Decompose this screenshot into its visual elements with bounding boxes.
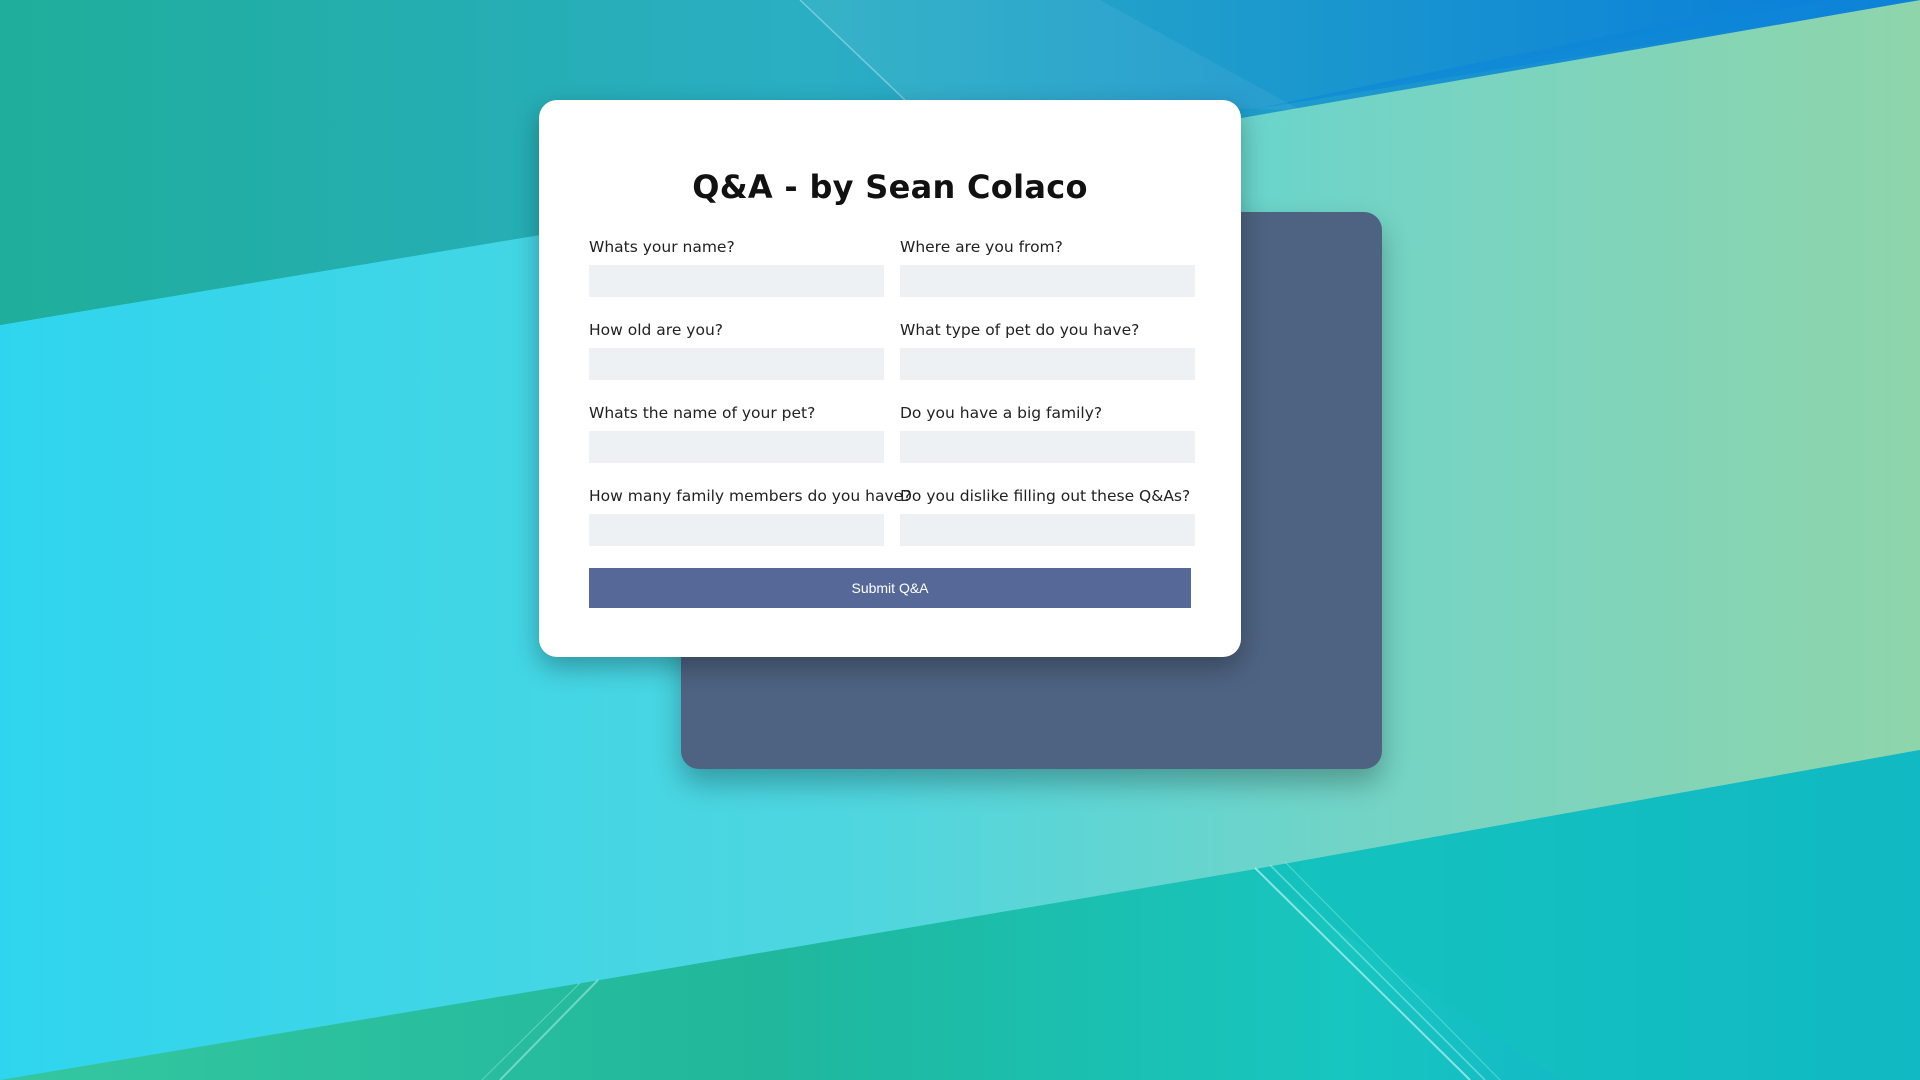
field-label: Whats the name of your pet? [589,404,816,422]
field-origin: Where are you from? [900,237,1195,320]
field-dislike-qa: Do you dislike filling out these Q&As? [900,486,1195,569]
field-pet-name: Whats the name of your pet? [589,403,884,486]
origin-input[interactable] [900,265,1195,297]
field-label: How many family members do you have? [589,487,912,505]
field-label: Do you have a big family? [900,404,1103,422]
family-members-input[interactable] [589,514,884,546]
qa-form-card: Q&A - by Sean Colaco Whats your name? Wh… [539,100,1241,657]
field-label: How old are you? [589,321,723,339]
field-label: Whats your name? [589,238,735,256]
field-name: Whats your name? [589,237,884,320]
field-label: What type of pet do you have? [900,321,1140,339]
big-family-input[interactable] [900,431,1195,463]
dislike-qa-input[interactable] [900,514,1195,546]
field-pet-type: What type of pet do you have? [900,320,1195,403]
pet-name-input[interactable] [589,431,884,463]
field-row: How many family members do you have? Do … [589,486,1195,569]
field-label: Do you dislike filling out these Q&As? [900,487,1191,505]
age-input[interactable] [589,348,884,380]
name-input[interactable] [589,265,884,297]
pet-type-input[interactable] [900,348,1195,380]
submit-button[interactable]: Submit Q&A [589,568,1191,608]
form-title: Q&A - by Sean Colaco [692,168,1088,206]
field-age: How old are you? [589,320,884,403]
field-family-members: How many family members do you have? [589,486,912,569]
form-fields: Whats your name? Where are you from? How… [589,237,1195,569]
field-row: Whats your name? Where are you from? [589,237,1195,320]
field-label: Where are you from? [900,238,1063,256]
field-row: How old are you? What type of pet do you… [589,320,1195,403]
field-row: Whats the name of your pet? Do you have … [589,403,1195,486]
field-big-family: Do you have a big family? [900,403,1195,486]
